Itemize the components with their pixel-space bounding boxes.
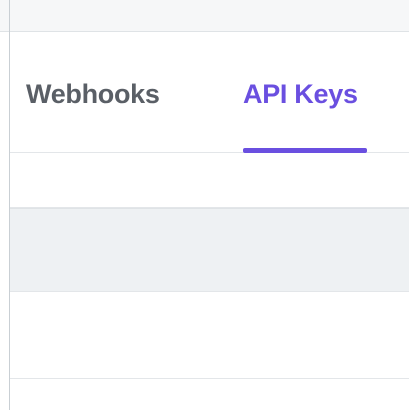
tab-webhooks[interactable]: Webhooks <box>26 77 160 111</box>
list-row <box>10 379 409 410</box>
tab-api-keys[interactable]: API Keys <box>243 77 358 111</box>
list-row-highlighted <box>10 208 409 292</box>
list-row <box>10 153 409 208</box>
list-row <box>10 292 409 379</box>
tab-bar: Webhooks API Keys <box>10 32 409 153</box>
settings-panel: Webhooks API Keys <box>0 0 409 410</box>
top-strip <box>0 0 409 32</box>
